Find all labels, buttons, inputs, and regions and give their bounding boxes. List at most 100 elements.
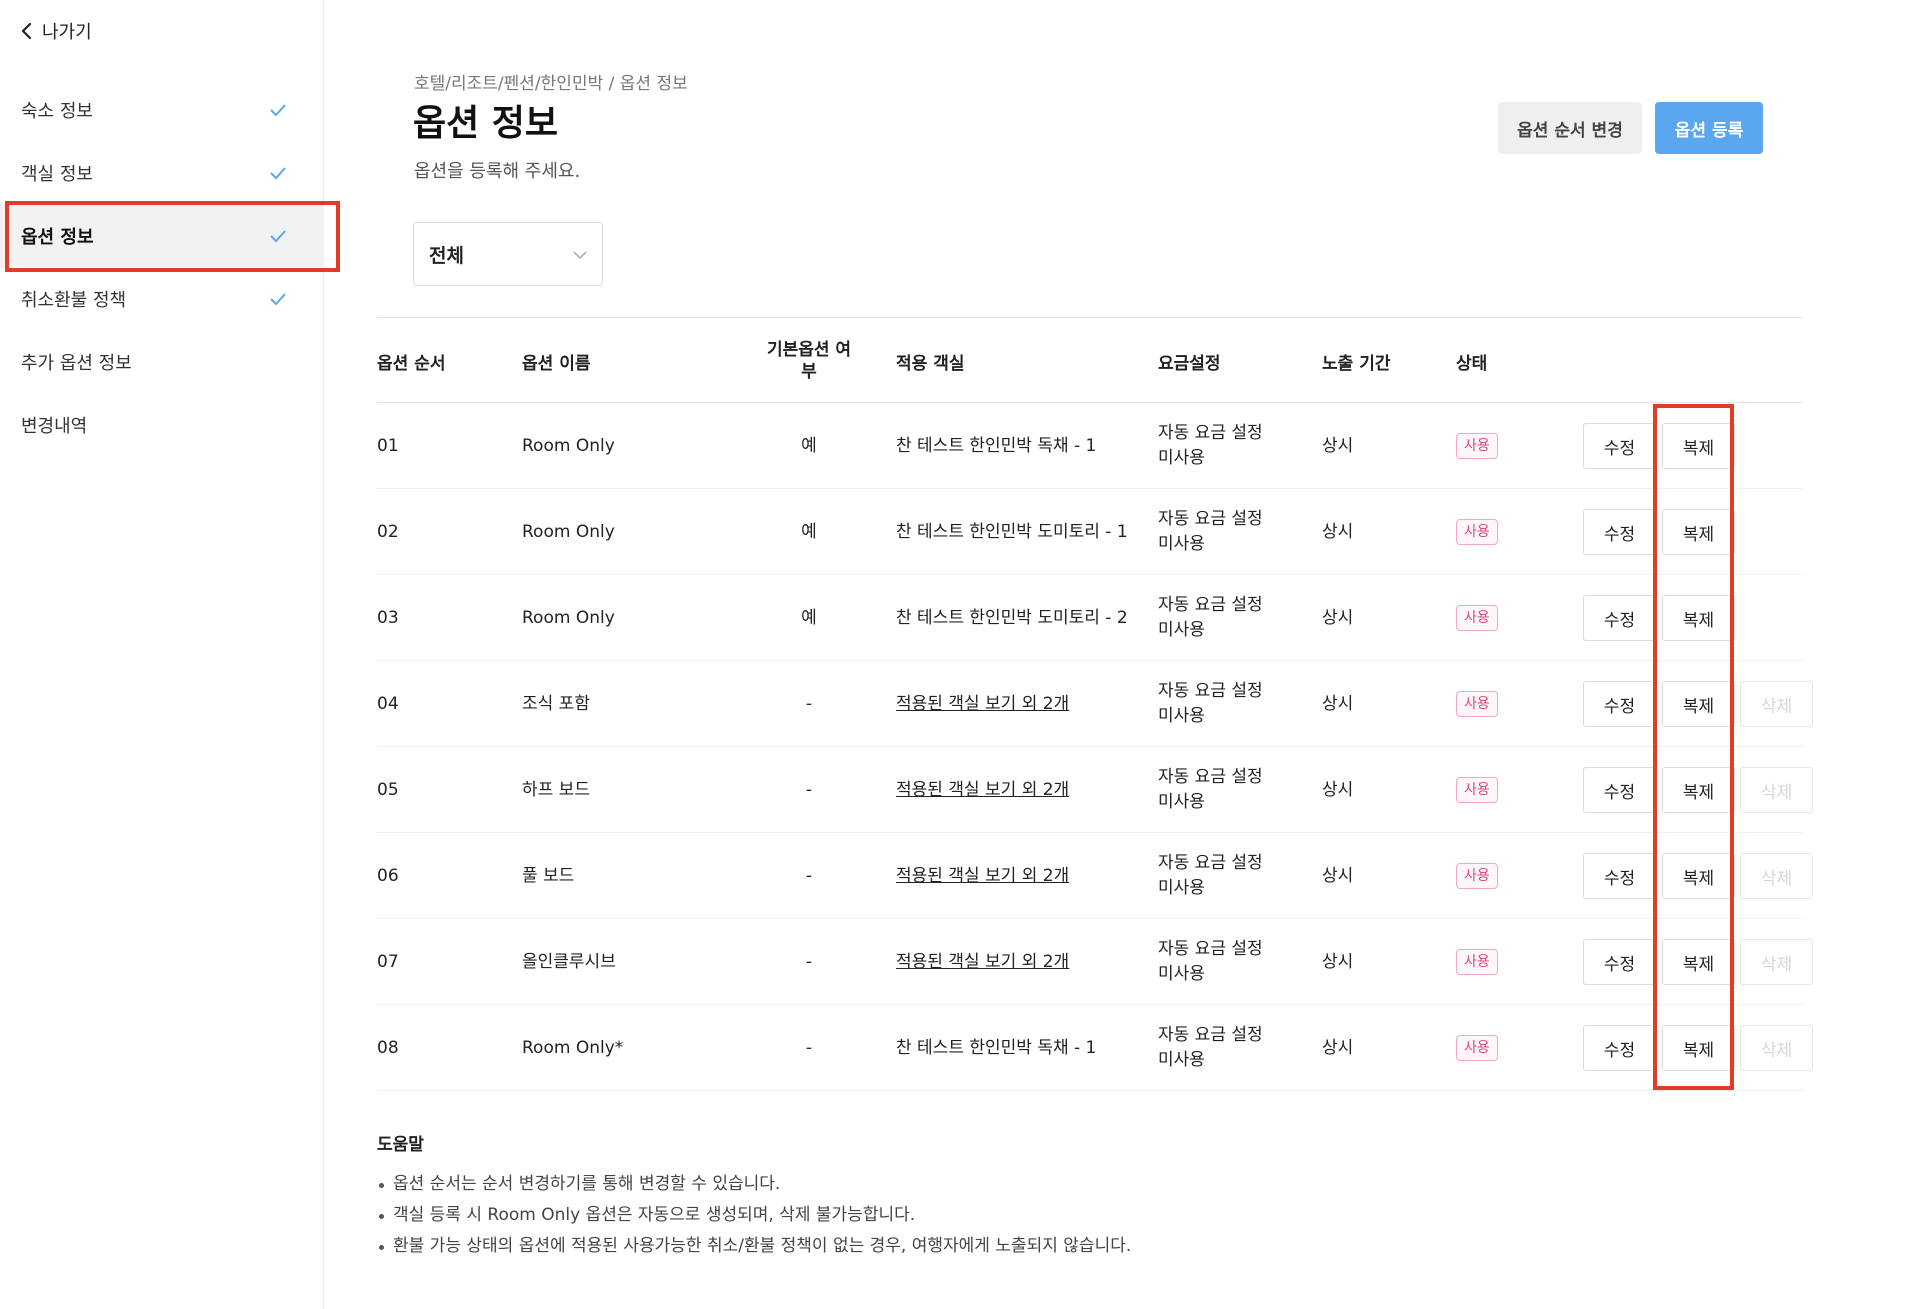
table-row: 01 Room Only 예 찬 테스트 한인민박 독채 - 1 자동 요금 설정 미사용… bbox=[377, 403, 1803, 489]
copy-button[interactable]: 복제 bbox=[1662, 853, 1735, 899]
cell-status: 사용 bbox=[1456, 661, 1498, 747]
cell-rooms[interactable]: 적용된 객실 보기 외 2개 bbox=[896, 661, 1136, 747]
delete-button[interactable]: 삭제 bbox=[1740, 853, 1813, 899]
edit-button[interactable]: 수정 bbox=[1583, 767, 1656, 813]
back-label: 나가기 bbox=[42, 22, 92, 43]
edit-button[interactable]: 수정 bbox=[1583, 595, 1656, 641]
header-default-line2: 부 bbox=[801, 362, 817, 382]
cell-order: 04 bbox=[377, 693, 399, 714]
cell-status: 사용 bbox=[1456, 919, 1498, 1005]
edit-button[interactable]: 수정 bbox=[1583, 1025, 1656, 1071]
sidebar-item-3[interactable]: 취소환불 정책 bbox=[0, 267, 324, 330]
page-title: 옵션 정보 bbox=[413, 103, 559, 144]
cell-period: 상시 bbox=[1322, 521, 1354, 542]
help-item: 환불 가능 상태의 옵션에 적용된 사용가능한 취소/환불 정책이 없는 경우,… bbox=[377, 1231, 1131, 1262]
table-row: 02 Room Only 예 찬 테스트 한인민박 도미토리 - 1 자동 요금 설정 미… bbox=[377, 489, 1803, 575]
change-option-order-button[interactable]: 옵션 순서 변경 bbox=[1498, 102, 1642, 154]
edit-button[interactable]: 수정 bbox=[1583, 939, 1656, 985]
cell-period: 상시 bbox=[1322, 693, 1354, 714]
edit-button[interactable]: 수정 bbox=[1583, 853, 1656, 899]
cell-default: - bbox=[805, 951, 813, 972]
sidebar-item-0[interactable]: 숙소 정보 bbox=[0, 78, 324, 141]
cell-fee: 자동 요금 설정 미사용 bbox=[1158, 403, 1263, 489]
sidebar-item-5[interactable]: 변경내역 bbox=[0, 393, 324, 456]
cell-default: - bbox=[805, 693, 813, 714]
fee-line1: 자동 요금 설정 bbox=[1158, 509, 1263, 529]
edit-button[interactable]: 수정 bbox=[1583, 423, 1656, 469]
cell-order: 07 bbox=[377, 951, 399, 972]
sidebar-item-label: 객실 정보 bbox=[21, 163, 93, 185]
fee-line2: 미사용 bbox=[1158, 706, 1205, 726]
view-rooms-link[interactable]: 적용된 객실 보기 외 2개 bbox=[896, 864, 1069, 889]
room-name: 찬 테스트 한인민박 독채 - 1 bbox=[896, 1037, 1097, 1058]
table-header: 옵션 순서 옵션 이름 기본옵션 여 부 적용 객실 요금설정 노출 기간 상태 bbox=[377, 317, 1803, 403]
copy-button[interactable]: 복제 bbox=[1662, 939, 1735, 985]
copy-button[interactable]: 복제 bbox=[1662, 681, 1735, 727]
status-badge: 사용 bbox=[1456, 691, 1498, 717]
edit-button[interactable]: 수정 bbox=[1583, 681, 1656, 727]
back-button[interactable]: 나가기 bbox=[18, 18, 92, 44]
cell-rooms[interactable]: 적용된 객실 보기 외 2개 bbox=[896, 833, 1136, 919]
status-badge: 사용 bbox=[1456, 777, 1498, 803]
sidebar-item-2[interactable]: 옵션 정보 bbox=[0, 201, 340, 272]
sidebar-item-4[interactable]: 추가 옵션 정보 bbox=[0, 330, 324, 393]
fee-line1: 자동 요금 설정 bbox=[1158, 1025, 1263, 1045]
cell-default: - bbox=[805, 1037, 813, 1058]
sidebar-item-1[interactable]: 객실 정보 bbox=[0, 141, 324, 204]
sidebar-item-label: 취소환불 정책 bbox=[21, 289, 127, 311]
header-default-line1: 기본옵션 여 bbox=[766, 340, 852, 360]
page-subtitle: 옵션을 등록해 주세요. bbox=[414, 161, 581, 182]
cell-name: Room Only bbox=[522, 521, 615, 542]
copy-button[interactable]: 복제 bbox=[1662, 595, 1735, 641]
check-icon bbox=[270, 167, 286, 180]
cell-period: 상시 bbox=[1322, 865, 1354, 886]
view-rooms-link[interactable]: 적용된 객실 보기 외 2개 bbox=[896, 778, 1069, 803]
copy-button[interactable]: 복제 bbox=[1662, 423, 1735, 469]
cell-fee: 자동 요금 설정 미사용 bbox=[1158, 1005, 1263, 1091]
copy-button[interactable]: 복제 bbox=[1662, 509, 1735, 555]
register-option-button[interactable]: 옵션 등록 bbox=[1655, 102, 1763, 154]
check-icon bbox=[270, 230, 286, 243]
cell-rooms: 찬 테스트 한인민박 독채 - 1 bbox=[896, 403, 1136, 489]
fee-line1: 자동 요금 설정 bbox=[1158, 423, 1263, 443]
delete-button[interactable]: 삭제 bbox=[1740, 767, 1813, 813]
cell-fee: 자동 요금 설정미사용 bbox=[1158, 661, 1263, 747]
cell-fee: 자동 요금 설정 미사용 bbox=[1158, 747, 1263, 833]
cell-rooms: 찬 테스트 한인민박 도미토리 - 2 bbox=[896, 575, 1136, 661]
delete-button[interactable]: 삭제 bbox=[1740, 1025, 1813, 1071]
cell-order: 08 bbox=[377, 1037, 399, 1058]
delete-button[interactable]: 삭제 bbox=[1740, 681, 1813, 727]
cell-fee: 자동 요금 설정 미사용 bbox=[1158, 833, 1263, 919]
cell-rooms[interactable]: 적용된 객실 보기 외 2개 bbox=[896, 747, 1136, 833]
sidebar-item-label: 숙소 정보 bbox=[21, 100, 93, 122]
cell-name: 올인클루시브 bbox=[522, 951, 616, 972]
copy-button[interactable]: 복제 bbox=[1662, 767, 1735, 813]
cell-rooms[interactable]: 적용된 객실 보기 외 2개 bbox=[896, 919, 1136, 1005]
cell-default: 예 bbox=[801, 607, 817, 628]
cell-default: 예 bbox=[801, 521, 817, 542]
fee-line2: 미사용 bbox=[1158, 964, 1205, 984]
room-filter-select[interactable]: 전체 bbox=[413, 222, 603, 286]
cell-name: 풀 보드 bbox=[522, 865, 575, 886]
cell-status: 사용 bbox=[1456, 489, 1498, 575]
header-order: 옵션 순서 bbox=[377, 353, 446, 374]
status-badge: 사용 bbox=[1456, 433, 1498, 459]
sidebar-item-label: 변경내역 bbox=[21, 415, 88, 437]
cell-status: 사용 bbox=[1456, 747, 1498, 833]
cell-status: 사용 bbox=[1456, 575, 1498, 661]
table-row: 08 Room Only* - 찬 테스트 한인민박 독채 - 1 자동 요금 설정 미사… bbox=[377, 1005, 1813, 1091]
fee-line1: 자동 요금 설정 bbox=[1158, 767, 1263, 787]
fee-line2: 미사용 bbox=[1158, 620, 1205, 640]
delete-button[interactable]: 삭제 bbox=[1740, 939, 1813, 985]
view-rooms-link[interactable]: 적용된 객실 보기 외 2개 bbox=[896, 950, 1069, 975]
edit-button[interactable]: 수정 bbox=[1583, 509, 1656, 555]
table-row: 05 하프 보드 - 적용된 객실 보기 외 2개 자동 요금 설정 미사용 상시 사용 수정 복… bbox=[377, 747, 1813, 833]
table-body: 01 Room Only 예 찬 테스트 한인민박 독채 - 1 자동 요금 설정 미사용… bbox=[377, 403, 1813, 1091]
copy-button[interactable]: 복제 bbox=[1662, 1025, 1735, 1071]
cell-default: 예 bbox=[801, 435, 817, 456]
cell-period: 상시 bbox=[1322, 951, 1354, 972]
view-rooms-link[interactable]: 적용된 객실 보기 외 2개 bbox=[896, 692, 1069, 717]
fee-line1: 자동 요금 설정 bbox=[1158, 681, 1263, 701]
filter-selected-value: 전체 bbox=[429, 244, 464, 267]
chevron-left-icon bbox=[21, 22, 32, 40]
